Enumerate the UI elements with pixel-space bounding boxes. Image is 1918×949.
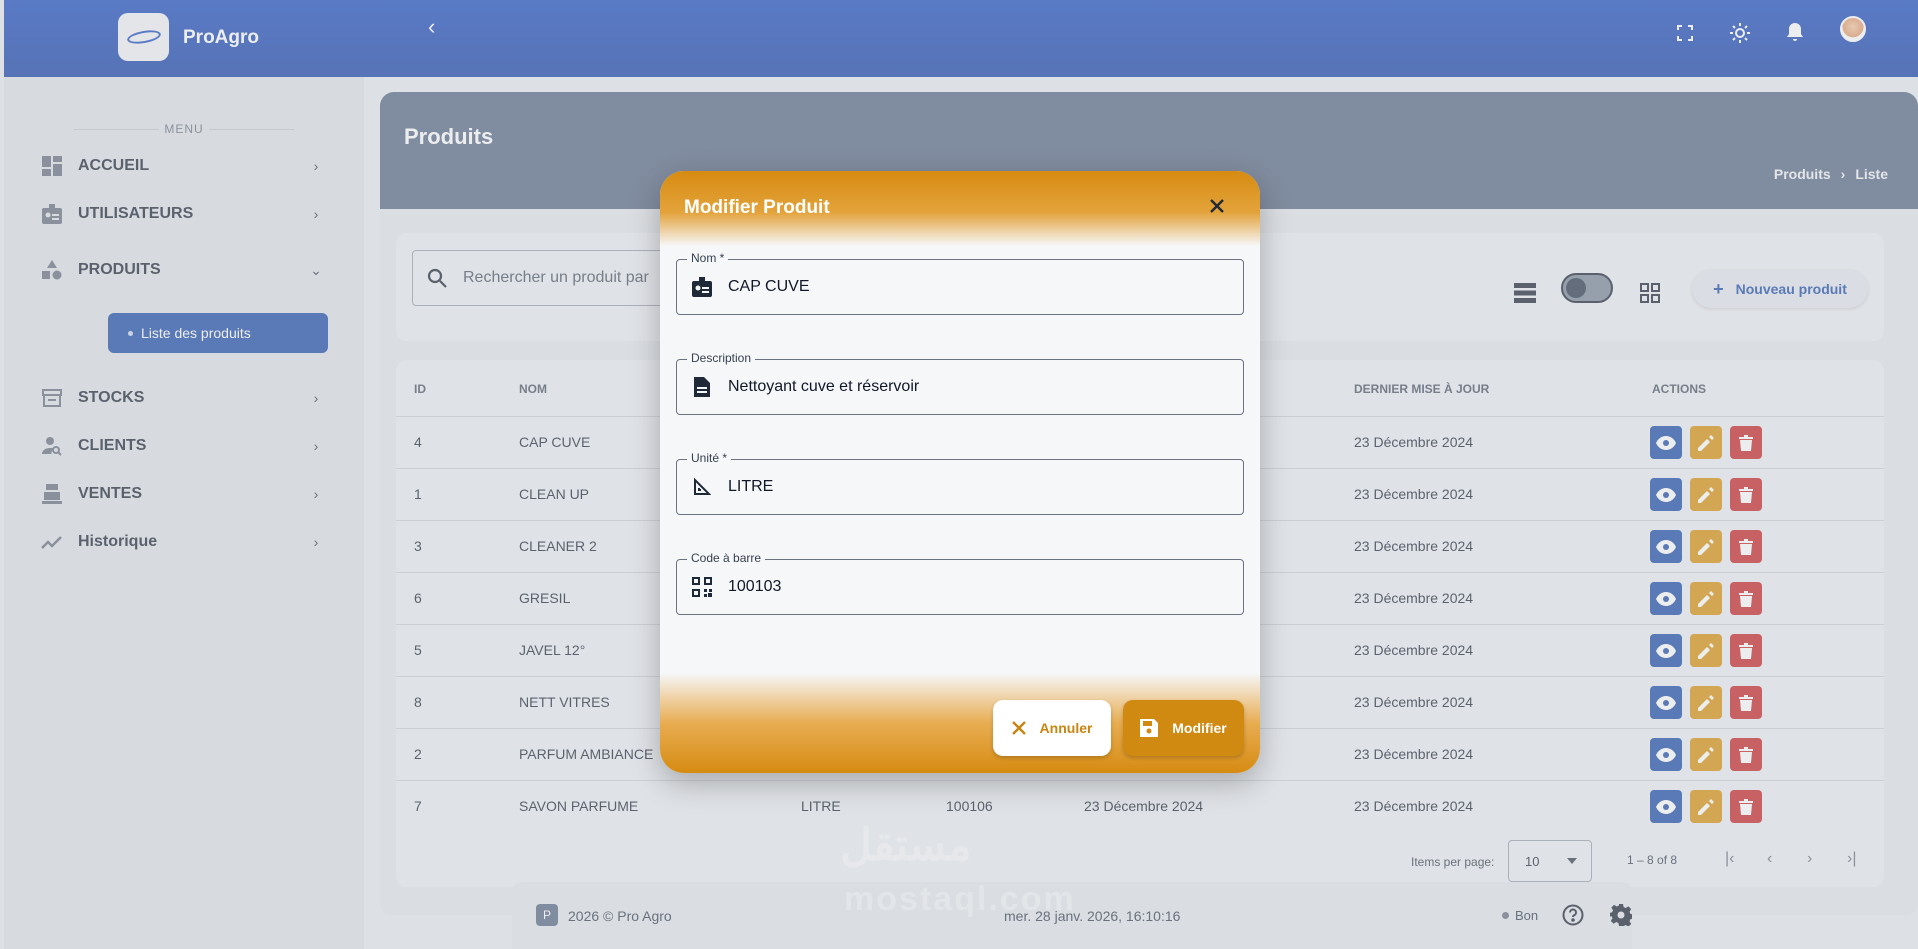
unite-value: LITRE xyxy=(728,478,774,495)
description-field[interactable]: Description Nettoyant cuve et réservoir xyxy=(676,351,1244,415)
nom-field[interactable]: Nom * CAP CUVE xyxy=(676,251,1244,315)
ruler-triangle-icon xyxy=(691,476,713,498)
cancel-button[interactable]: Annuler xyxy=(993,700,1111,756)
edit-product-modal: Modifier Produit Nom * CAP CUVE Descript… xyxy=(660,171,1260,773)
field-label: Code à barre xyxy=(687,551,766,565)
barcode-value: 100103 xyxy=(728,578,782,595)
barcode-field[interactable]: Code à barre 100103 xyxy=(676,551,1244,615)
modify-button[interactable]: Modifier xyxy=(1123,700,1244,756)
close-icon[interactable] xyxy=(1208,197,1226,220)
unite-field[interactable]: Unité * LITRE xyxy=(676,451,1244,515)
field-label: Unité * xyxy=(687,451,732,465)
save-icon xyxy=(1140,719,1159,737)
close-icon xyxy=(1011,721,1026,735)
field-label: Nom * xyxy=(687,251,729,265)
id-badge-icon xyxy=(691,276,713,298)
document-icon xyxy=(691,376,713,398)
qr-code-icon xyxy=(691,576,713,598)
nom-value: CAP CUVE xyxy=(728,278,810,295)
field-label: Description xyxy=(687,351,756,365)
cancel-label: Annuler xyxy=(1039,720,1093,736)
modal-header: Modifier Produit xyxy=(660,171,1260,246)
description-value: Nettoyant cuve et réservoir xyxy=(728,378,920,395)
modify-label: Modifier xyxy=(1172,720,1227,736)
modal-title: Modifier Produit xyxy=(684,197,830,218)
